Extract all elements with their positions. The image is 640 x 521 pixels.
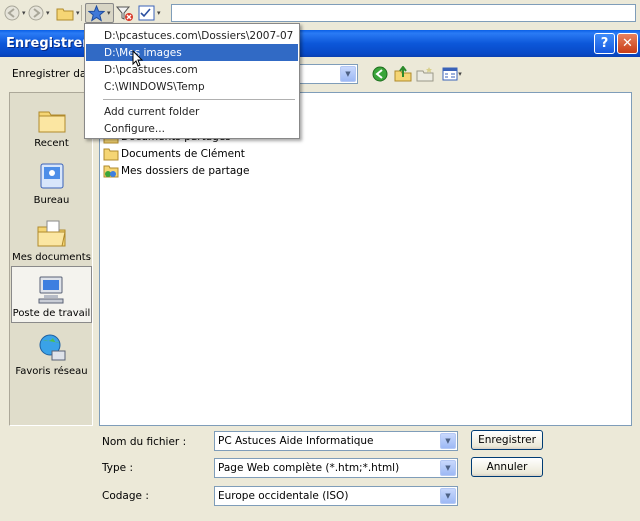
chevron-down-icon: ▾ (157, 9, 161, 17)
menu-item-add-current-folder[interactable]: Add current folder (86, 103, 298, 120)
network-places-icon (39, 334, 65, 361)
filename-label: Nom du fichier : (102, 436, 187, 448)
file-list[interactable]: Documents partagés Documents de Clément … (99, 92, 632, 426)
menu-item-favorite-selected[interactable]: D:\Mes images (86, 44, 298, 61)
list-item[interactable]: Documents de Clément (103, 146, 245, 161)
place-recent[interactable]: Recent (11, 95, 92, 152)
filter-icon (116, 6, 133, 21)
menu-item-favorite[interactable]: C:\WINDOWS\Temp (86, 78, 298, 95)
close-icon: ✕ (622, 36, 633, 51)
forward-button[interactable]: ▾ (28, 3, 50, 23)
type-value: Page Web complète (*.htm;*.html) (218, 462, 400, 474)
file-name: Mes dossiers de partage (121, 164, 250, 177)
folder-icon (103, 148, 119, 160)
save-button[interactable]: Enregistrer (471, 430, 543, 450)
filename-value: PC Astuces Aide Informatique (218, 435, 374, 447)
forward-icon (28, 5, 44, 21)
place-desktop[interactable]: Bureau (11, 152, 92, 209)
place-my-computer[interactable]: Poste de travail (11, 266, 92, 323)
places-bar: Recent Bureau Mes documents Poste de tra… (9, 92, 93, 426)
folder-icon (56, 8, 74, 20)
place-label: Poste de travail (12, 308, 91, 319)
place-my-documents[interactable]: Mes documents (11, 209, 92, 266)
filter-button[interactable] (116, 3, 134, 23)
chevron-down-icon[interactable]: ▼ (440, 460, 456, 476)
up-folder-icon[interactable] (394, 65, 412, 83)
menu-item-favorite[interactable]: D:\pcastuces.com (86, 61, 298, 78)
menu-item-configure[interactable]: Configure... (86, 120, 298, 137)
desktop-icon (40, 163, 63, 189)
encoding-value: Europe occidentale (ISO) (218, 490, 349, 502)
folder-button[interactable]: ▾ (56, 3, 80, 23)
back-button[interactable]: ▾ (4, 3, 26, 23)
my-documents-icon (37, 220, 66, 247)
chevron-down-icon: ▾ (46, 9, 50, 17)
view-menu-button[interactable]: ▾ (440, 65, 464, 83)
help-icon: ? (600, 36, 609, 51)
mouse-pointer-icon (132, 50, 144, 67)
cancel-button[interactable]: Annuler (471, 457, 543, 477)
help-button[interactable]: ? (594, 33, 615, 54)
views-icon (442, 67, 458, 81)
encoding-label: Codage : (102, 490, 149, 502)
new-folder-icon[interactable] (416, 65, 434, 83)
favorites-star-icon (88, 4, 105, 22)
checklist-button[interactable]: ▾ (138, 3, 161, 23)
list-item[interactable]: Mes dossiers de partage (103, 163, 249, 178)
chevron-down-icon[interactable]: ▼ (340, 66, 356, 82)
place-label: Bureau (33, 195, 70, 206)
chevron-down-icon[interactable]: ▼ (440, 488, 456, 504)
filename-field[interactable]: PC Astuces Aide Informatique ▼ (214, 431, 458, 451)
toolbar-divider (81, 5, 82, 21)
favorites-button[interactable]: ▾ (85, 3, 114, 23)
file-name: Documents de Clément (121, 147, 245, 160)
chevron-down-icon: ▾ (22, 9, 26, 17)
menu-divider (103, 99, 295, 100)
favorites-menu: D:\pcastuces.com\Dossiers\2007-07 D:\Mes… (84, 23, 300, 139)
menu-item-favorite[interactable]: D:\pcastuces.com\Dossiers\2007-07 (86, 27, 298, 44)
go-back-icon[interactable] (371, 65, 389, 83)
checklist-icon (138, 5, 155, 21)
my-computer-icon (38, 276, 63, 304)
place-label: Favoris réseau (15, 366, 88, 377)
close-button[interactable]: ✕ (617, 33, 638, 54)
path-input[interactable] (171, 4, 636, 22)
back-icon (4, 5, 20, 21)
chevron-down-icon: ▾ (458, 70, 462, 78)
type-dropdown[interactable]: Page Web complète (*.htm;*.html) ▼ (214, 458, 458, 478)
place-label: Recent (34, 138, 69, 149)
shared-folder-icon (103, 165, 119, 177)
place-label: Mes documents (12, 252, 91, 263)
recent-folder-icon (38, 111, 65, 133)
chevron-down-icon: ▾ (76, 9, 80, 17)
place-network[interactable]: Favoris réseau (11, 323, 92, 380)
encoding-dropdown[interactable]: Europe occidentale (ISO) ▼ (214, 486, 458, 506)
type-label: Type : (102, 462, 133, 474)
chevron-down-icon[interactable]: ▼ (440, 433, 456, 449)
chevron-down-icon: ▾ (107, 9, 111, 17)
